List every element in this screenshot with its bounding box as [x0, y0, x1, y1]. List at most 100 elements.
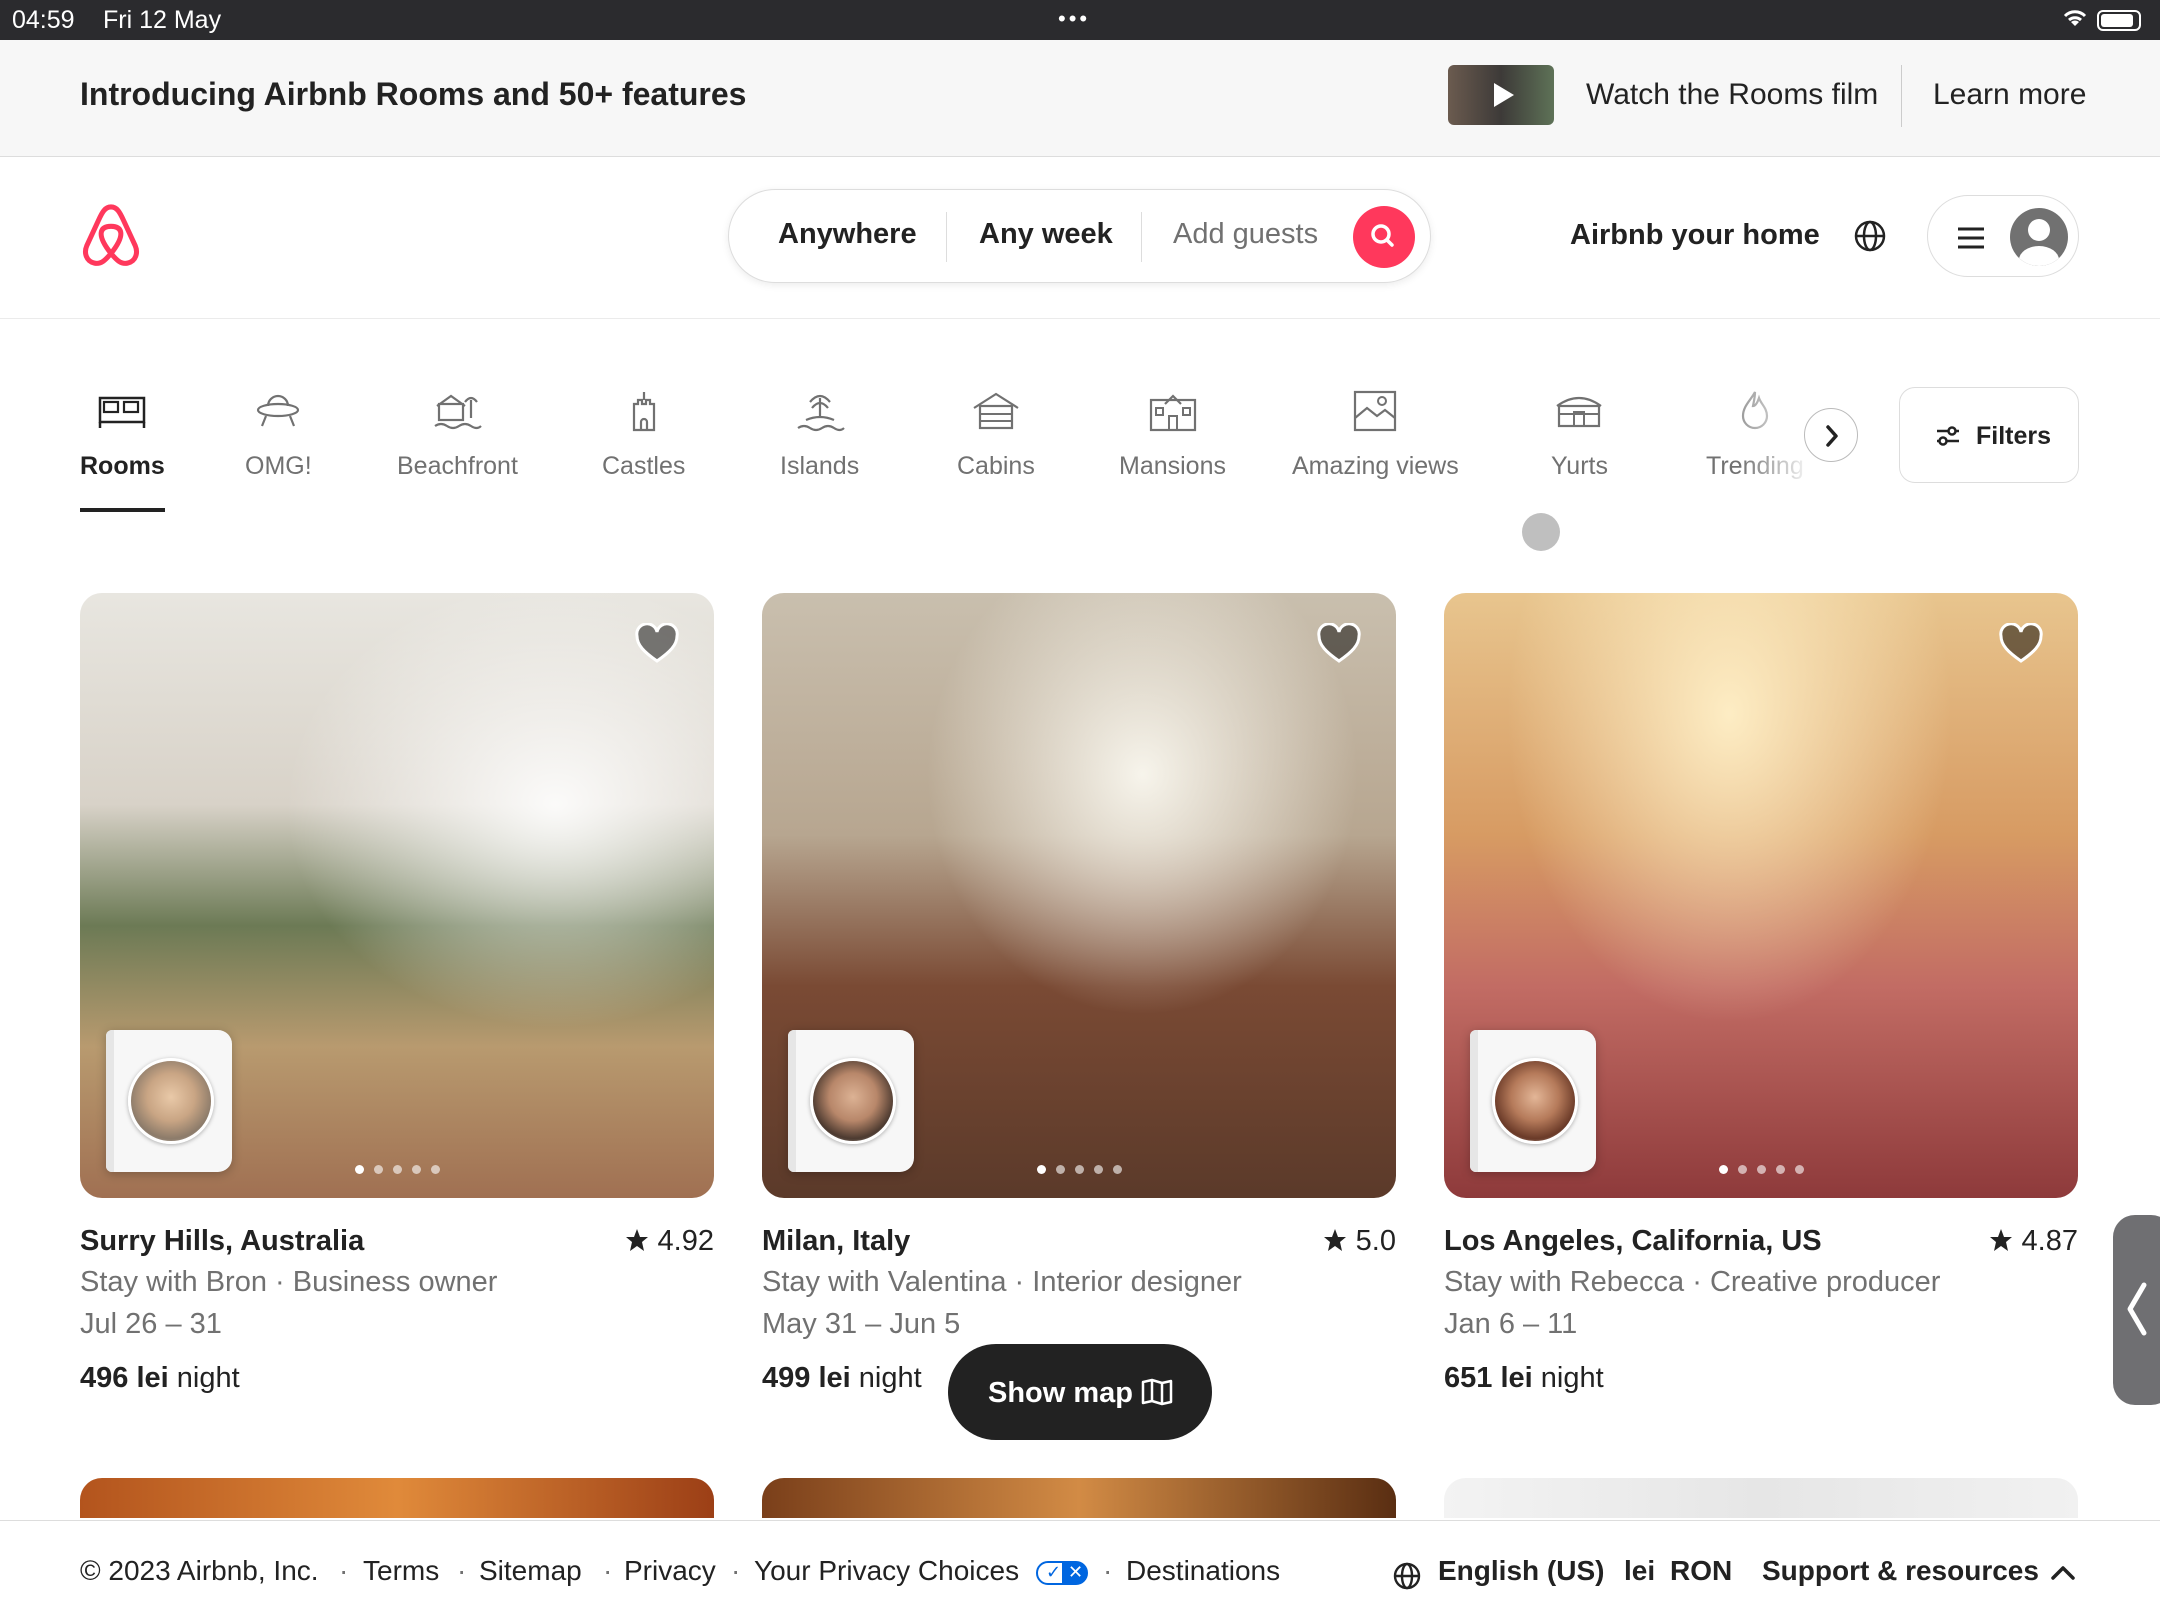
- listing-photo[interactable]: [80, 593, 714, 1198]
- globe-icon[interactable]: [1853, 219, 1887, 253]
- category-cabins[interactable]: Cabins: [957, 388, 1035, 481]
- footer-link-sitemap[interactable]: Sitemap: [479, 1555, 582, 1587]
- category-label: Yurts: [1551, 452, 1608, 480]
- category-amazing-views[interactable]: Amazing views: [1292, 388, 1459, 481]
- support-resources-button[interactable]: Support & resources: [1762, 1555, 2039, 1587]
- footer-separator: ·: [339, 1555, 349, 1586]
- footer-link-privacy[interactable]: Privacy: [624, 1555, 716, 1587]
- category-mansions[interactable]: Mansions: [1119, 388, 1226, 481]
- category-castles[interactable]: Castles: [602, 388, 685, 481]
- price-amount: 496 lei: [80, 1362, 169, 1394]
- chevron-up-icon[interactable]: [2050, 1565, 2076, 1581]
- banner-divider: [1901, 65, 1902, 127]
- search-dates[interactable]: Any week: [979, 218, 1113, 251]
- video-thumbnail[interactable]: [1448, 65, 1554, 125]
- category-yurts[interactable]: Yurts: [1551, 388, 1608, 481]
- search-divider: [1141, 212, 1142, 262]
- privacy-choices-icon[interactable]: ✓ ✕: [1036, 1561, 1088, 1585]
- footer-separator: ·: [731, 1555, 741, 1586]
- listing-photo[interactable]: [762, 593, 1396, 1198]
- show-map-button[interactable]: Show map: [948, 1344, 1212, 1440]
- heart-icon[interactable]: [1998, 623, 2044, 665]
- search-location[interactable]: Anywhere: [778, 218, 917, 251]
- rating-value: 5.0: [1355, 1225, 1396, 1257]
- listing-photo-peek[interactable]: [762, 1478, 1396, 1518]
- globe-icon[interactable]: [1392, 1561, 1422, 1591]
- price-unit: night: [1532, 1362, 1604, 1394]
- category-label: Islands: [780, 452, 860, 480]
- category-omg[interactable]: OMG!: [245, 388, 312, 481]
- watch-film-link[interactable]: Watch the Rooms film: [1586, 78, 1878, 112]
- currency-symbol[interactable]: lei: [1624, 1555, 1655, 1587]
- listing-photo-peek[interactable]: [80, 1478, 714, 1518]
- category-label: Amazing views: [1292, 452, 1459, 480]
- footer-link-privacy-choices[interactable]: Your Privacy Choices: [754, 1555, 1019, 1587]
- beachfront-icon: [434, 394, 483, 430]
- category-islands[interactable]: Islands: [780, 388, 859, 481]
- price-amount: 651 lei: [1444, 1362, 1533, 1394]
- heart-icon[interactable]: [634, 623, 680, 665]
- footer-link-destinations[interactable]: Destinations: [1126, 1555, 1280, 1587]
- price-amount: 499 lei: [762, 1362, 851, 1394]
- rooms-icon: [99, 396, 146, 428]
- side-pull-tab[interactable]: [2113, 1215, 2160, 1405]
- listing-dates: Jul 26 – 31: [80, 1308, 222, 1340]
- user-menu-button[interactable]: [1927, 195, 2079, 277]
- battery-icon: [2097, 10, 2141, 31]
- chevron-left-icon: [2127, 1282, 2147, 1336]
- footer-separator: ·: [1103, 1555, 1113, 1586]
- host-avatar: [1492, 1058, 1578, 1144]
- announcement-banner: Introducing Airbnb Rooms and 50+ feature…: [0, 40, 2160, 157]
- hamburger-icon: [1958, 227, 1984, 249]
- host-badge: [1470, 1030, 1596, 1172]
- airbnb-logo-icon[interactable]: [80, 203, 142, 269]
- heart-icon[interactable]: [1316, 623, 1362, 665]
- listing-photo-peek[interactable]: [1444, 1478, 2078, 1518]
- search-bar[interactable]: Anywhere Any week Add guests: [728, 189, 1431, 283]
- photo-pagination: [80, 1161, 714, 1179]
- category-label: Beachfront: [397, 452, 518, 480]
- multitasking-dots[interactable]: •••: [1058, 6, 1090, 32]
- search-button[interactable]: [1353, 206, 1415, 268]
- footer-copyright: © 2023 Airbnb, Inc.: [80, 1555, 319, 1586]
- listing-rating: 4.87: [1988, 1225, 2078, 1258]
- language-selector[interactable]: English (US): [1438, 1555, 1604, 1587]
- category-rooms[interactable]: Rooms: [80, 388, 165, 512]
- listing-host-line: Stay with Valentina · Interior designer: [762, 1266, 1242, 1298]
- host-badge: [106, 1030, 232, 1172]
- listing-card[interactable]: Milan, Italy 5.0 Stay with Valentina · I…: [762, 593, 1396, 1394]
- status-date: Fri 12 May: [103, 6, 222, 34]
- price-unit: night: [850, 1362, 922, 1394]
- category-beachfront[interactable]: Beachfront: [397, 388, 518, 481]
- learn-more-link[interactable]: Learn more: [1933, 78, 2086, 112]
- listing-location: Milan, Italy: [762, 1225, 911, 1257]
- host-badge: [788, 1030, 914, 1172]
- listing-dates: Jan 6 – 11: [1444, 1308, 1578, 1340]
- host-avatar: [810, 1058, 896, 1144]
- user-icon: [2019, 219, 2059, 266]
- footer-separator: ·: [457, 1555, 467, 1586]
- star-icon: [625, 1229, 648, 1251]
- filters-button[interactable]: Filters: [1899, 387, 2079, 483]
- island-icon: [796, 394, 845, 432]
- footer-link-terms[interactable]: Terms: [363, 1555, 439, 1587]
- ufo-icon: [257, 394, 300, 427]
- listing-card[interactable]: Los Angeles, California, US 4.87 Stay wi…: [1444, 593, 2078, 1394]
- listing-price: 499 lei night: [762, 1362, 922, 1395]
- yurt-icon: [1556, 396, 1603, 428]
- avatar: [2010, 208, 2068, 266]
- map-icon: [1141, 1378, 1173, 1406]
- search-divider: [946, 212, 947, 262]
- category-next-button[interactable]: [1804, 408, 1858, 462]
- show-map-label: Show map: [988, 1377, 1134, 1409]
- listing-photo[interactable]: [1444, 593, 2078, 1198]
- search-guests[interactable]: Add guests: [1173, 218, 1318, 251]
- wifi-icon: [2063, 10, 2087, 26]
- mansion-icon: [1149, 394, 1196, 432]
- host-home-link[interactable]: Airbnb your home: [1570, 219, 1820, 252]
- listing-card[interactable]: Surry Hills, Australia 4.92 Stay with Br…: [80, 593, 714, 1394]
- listing-location: Surry Hills, Australia: [80, 1225, 365, 1257]
- assistive-touch-dot[interactable]: [1522, 513, 1560, 551]
- cabin-icon: [973, 392, 1019, 430]
- currency-selector[interactable]: RON: [1670, 1555, 1732, 1587]
